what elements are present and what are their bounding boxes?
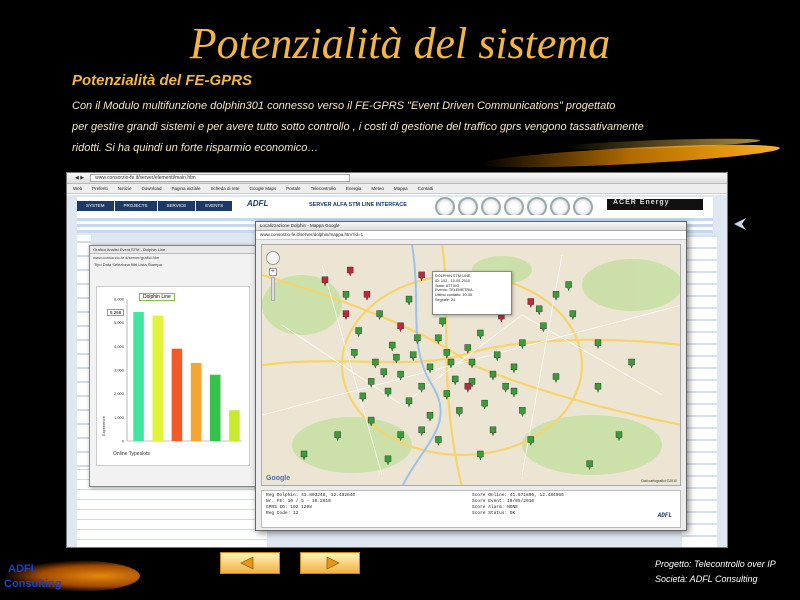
gauge-icon [550, 197, 570, 217]
info-column-right: Score Online: 41.871896, 12.484966 Score… [472, 493, 564, 517]
chart-legend-text: Online Typeslots [113, 451, 150, 457]
logo-line2: Consulting [4, 578, 62, 590]
next-slide-button[interactable] [300, 552, 360, 574]
back-icon: ◀ ▶ [75, 175, 85, 181]
value-label: 5.266 [107, 309, 125, 316]
chart-controls[interactable]: Tipo Data Seleziona filtri Lista Stampa [90, 261, 258, 277]
address-input[interactable]: www.consorzio-fe.it/server/elementi/main… [90, 174, 351, 182]
y-axis-label: Experience [101, 415, 106, 436]
gauge-icon [435, 197, 455, 217]
bookmark-item[interactable]: Google Maps [250, 186, 277, 191]
popup-line: Segnale: 24 [435, 297, 456, 302]
zoom-control[interactable]: + [266, 251, 280, 311]
previous-slide-button[interactable] [220, 552, 280, 574]
acer-banner: ACER Energy [607, 199, 703, 210]
y-tick-label: 3,000 [114, 368, 125, 373]
series-label: Dolphin Line [139, 293, 175, 301]
app-page: SYSTEM PROJECTS SERVICE EVENTS ADFL SERV… [67, 195, 727, 547]
map-window-title: Localizzazione Dolphin - Mappa Google [256, 222, 686, 231]
map-window-url: www.consorzio-fe.it/server/dolphin/mappa… [256, 231, 686, 240]
info-line: Reg Code: 12 [266, 511, 299, 516]
bar[interactable] [133, 312, 144, 441]
zoom-in-icon[interactable]: + [269, 268, 277, 276]
arrow-right-icon [326, 556, 340, 570]
footer-company: Società: ADFL Consulting [655, 574, 758, 584]
bar[interactable] [190, 362, 202, 441]
y-tick-label: 1,000 [114, 415, 125, 420]
bar[interactable] [229, 410, 240, 441]
chart-window[interactable]: Grafico Analisi Event STM - Dolphin Line… [89, 245, 259, 487]
gauge-row [435, 197, 593, 217]
slide-subtitle: Potenzialità del FE-GPRS [72, 72, 253, 89]
y-tick-label: 2,000 [114, 391, 125, 396]
map-area[interactable]: + DOLPHIN STM LINE ID: 102 - 10-05-2010 St… [261, 244, 681, 486]
bookmark-item[interactable]: Meteo [371, 186, 384, 191]
arrow-left-icon [240, 556, 254, 570]
adfl-small-logo: ADFL [657, 512, 672, 519]
bookmark-item[interactable]: Telecontrollo [311, 186, 336, 191]
bookmark-item[interactable]: Download [141, 186, 161, 191]
pointer-icon [734, 218, 746, 230]
gauge-icon [527, 197, 547, 217]
footer-info: Progetto: Telecontrollo over IP Società:… [655, 557, 776, 587]
bookmark-item[interactable]: Web [73, 186, 82, 191]
server-title: SERVER ALFA STM LINE INTERFACE [309, 202, 407, 208]
app-logo: ADFL [247, 199, 269, 208]
gauge-icon [504, 197, 524, 217]
nav-projects[interactable]: PROJECTS [114, 201, 157, 211]
map-copyright: Dati cartografici ©2010 [641, 479, 677, 483]
bookmarks-bar: Web Preferiti Notizie Download Pagina inizia… [67, 184, 727, 194]
nav-service[interactable]: SERVICE [157, 201, 196, 211]
app-nav: SYSTEM PROJECTS SERVICE EVENTS [77, 201, 233, 211]
nav-events[interactable]: EVENTS [196, 201, 233, 211]
google-logo: Google [266, 475, 291, 482]
bookmark-item[interactable]: Scheda di rete [211, 186, 240, 191]
y-tick-label: 6,000 [114, 297, 125, 302]
bookmark-item[interactable]: Contatti [418, 186, 434, 191]
marker-info-popup: DOLPHIN STM LINE ID: 102 - 10-05-2010 Stat… [432, 271, 512, 315]
gauge-icon [458, 197, 478, 217]
nav-system[interactable]: SYSTEM [77, 201, 114, 211]
bar[interactable] [152, 315, 164, 441]
gauge-icon [481, 197, 501, 217]
company-logo: ADFL Consulting [0, 560, 140, 594]
browser-screenshot: ◀ ▶ www.consorzio-fe.it/server/elementi/… [66, 172, 728, 548]
intro-line: Con il Modulo multifunzione dolphin301 c… [72, 100, 616, 112]
bookmark-item[interactable]: Notizie [118, 186, 132, 191]
logo-line1: ADFL [8, 563, 38, 575]
bar[interactable] [209, 374, 221, 441]
browser-address-bar: ◀ ▶ www.consorzio-fe.it/server/elementi/… [67, 173, 727, 184]
map-window[interactable]: Localizzazione Dolphin - Mappa Google ww… [255, 221, 687, 531]
y-tick-label: 4,000 [114, 344, 125, 349]
intro-line: per gestire grandi sistemi e per avere t… [72, 121, 644, 133]
footer-project: Progetto: Telecontrollo over IP [655, 559, 776, 569]
zoom-slider[interactable] [271, 277, 275, 301]
bookmark-item[interactable]: Portale [286, 186, 300, 191]
slide-title: Potenzialità del sistema [189, 19, 611, 68]
chart-box: 0 1,000 2,000 3,000 4,000 5,000 6,000 Experienc… [96, 286, 250, 466]
info-line: Score Status: OK [472, 511, 516, 516]
bookmark-item[interactable]: Energia [346, 186, 362, 191]
y-tick-label: 5,000 [114, 320, 125, 325]
bookmark-item[interactable]: Mappa [394, 186, 408, 191]
bookmark-item[interactable]: Preferiti [92, 186, 108, 191]
map-info-panel: Reg Dolphin: 41.893248, 12.482640 Nr. FE… [261, 490, 681, 528]
pan-icon[interactable] [266, 251, 280, 265]
bookmark-item[interactable]: Pagina iniziale [171, 186, 200, 191]
gauge-icon [573, 197, 593, 217]
chart-window-title: Grafico Analisi Event STM - Dolphin Line [90, 246, 258, 254]
bar[interactable] [171, 348, 183, 441]
y-tick-label: 0 [122, 439, 125, 444]
right-data-grid [682, 235, 717, 547]
chart-window-url: www.consorzio-fe.it/server/grafici.htm [93, 255, 160, 260]
